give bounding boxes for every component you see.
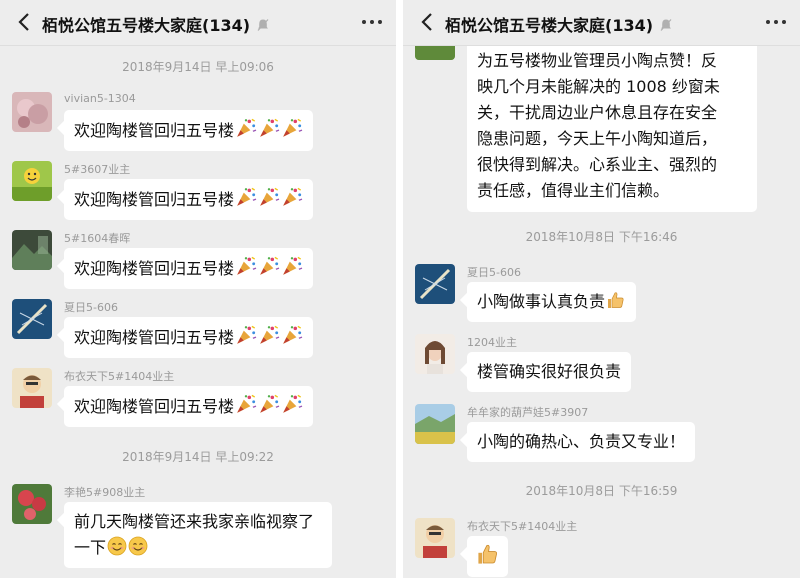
message-text-line: 为五号楼物业管理员小陶点赞！反 bbox=[477, 51, 718, 70]
chat-message: 夏日5-606 小陶做事认真负责 bbox=[415, 264, 792, 326]
party-popper-icon bbox=[281, 186, 303, 208]
chat-title: 栢悦公馆五号楼大家庭(134) bbox=[445, 12, 673, 36]
party-popper-icon bbox=[235, 186, 257, 208]
party-popper-icon bbox=[235, 255, 257, 277]
message-bubble[interactable]: 欢迎陶楼管回归五号楼 bbox=[64, 317, 314, 358]
chat-message: 1204业主 楼管确实很好很负责 bbox=[415, 334, 792, 396]
avatar-field-landscape[interactable] bbox=[415, 404, 455, 444]
message-text: 小陶做事认真负责 bbox=[477, 292, 606, 311]
avatar-red-flowers[interactable] bbox=[12, 484, 52, 524]
message-text: 欢迎陶楼管回归五号楼 bbox=[74, 328, 235, 347]
message-bubble[interactable] bbox=[467, 536, 508, 577]
sender-name: 牟牟家的葫芦娃5#3907 bbox=[467, 406, 589, 419]
sender-name: 布衣天下5#1404业主 bbox=[64, 370, 175, 383]
avatar-woman-portrait[interactable] bbox=[415, 334, 455, 374]
party-popper-icon bbox=[235, 324, 257, 346]
party-popper-icon bbox=[258, 117, 280, 139]
party-popper-icon bbox=[258, 186, 280, 208]
chat-message: 5#1604春晖 欢迎陶楼管回归五号楼 bbox=[12, 230, 388, 290]
sender-name: 1204业主 bbox=[467, 336, 517, 349]
mute-bell-icon bbox=[257, 19, 269, 31]
timestamp: 2018年10月8日 下午16:59 bbox=[525, 484, 678, 498]
avatar-cartoon-man[interactable] bbox=[12, 368, 52, 408]
left-chat-screenshot: 栢悦公馆五号楼大家庭(134) 2018年9月14日 早上09:06 vivia… bbox=[0, 0, 396, 578]
avatar-cartoon-man[interactable] bbox=[415, 518, 455, 558]
back-arrow-icon[interactable] bbox=[417, 10, 439, 34]
chat-message: 布衣天下5#1404业主 欢迎陶楼管回归五号楼 bbox=[12, 368, 388, 428]
message-bubble[interactable]: 前几天陶楼管还来我家亲临视察了 一下 bbox=[64, 502, 332, 568]
message-text: 楼管确实很好很负责 bbox=[477, 362, 622, 381]
message-bubble[interactable]: 欢迎陶楼管回归五号楼 bbox=[64, 248, 314, 289]
message-text-line: 很快得到解决。心系业主、强烈的 bbox=[477, 155, 718, 174]
sender-name: 布衣天下5#1404业主 bbox=[467, 520, 578, 533]
timestamp: 2018年10月8日 下午16:46 bbox=[525, 230, 678, 244]
message-text-line: 映几个月未能解决的 1008 纱窗未 bbox=[477, 77, 720, 96]
message-bubble[interactable]: 欢迎陶楼管回归五号楼 bbox=[64, 110, 314, 151]
party-popper-icon bbox=[281, 117, 303, 139]
sender-name: 5#1604春晖 bbox=[64, 232, 131, 245]
party-popper-icon bbox=[281, 255, 303, 277]
chat-message: 李艳5#908业主 前几天陶楼管还来我家亲临视察了 一下 bbox=[12, 484, 388, 574]
party-popper-icon bbox=[235, 117, 257, 139]
party-popper-icon bbox=[258, 393, 280, 415]
party-popper-icon bbox=[281, 393, 303, 415]
chat-title: 栢悦公馆五号楼大家庭(134) bbox=[42, 12, 270, 36]
party-popper-icon bbox=[258, 324, 280, 346]
message-bubble[interactable]: 楼管确实很好很负责 bbox=[467, 352, 632, 392]
avatar-smiley-on-grass[interactable] bbox=[12, 161, 52, 201]
chat-message: 为五号楼物业管理员小陶点赞！反 映几个月未能解决的 1008 纱窗未 关，干扰周… bbox=[415, 20, 792, 212]
message-bubble[interactable]: 小陶的确热心、负责又专业！ bbox=[467, 422, 696, 462]
message-text-line: 关，干扰周边业户休息且存在安全 bbox=[477, 103, 718, 122]
more-options-icon[interactable] bbox=[360, 18, 384, 26]
message-bubble[interactable]: 欢迎陶楼管回归五号楼 bbox=[64, 179, 314, 220]
sender-name: 5#3607业主 bbox=[64, 163, 131, 176]
chat-message: 5#3607业主 欢迎陶楼管回归五号楼 bbox=[12, 161, 388, 221]
message-text-line-1: 前几天陶楼管还来我家亲临视察了 bbox=[74, 512, 315, 531]
message-text-line: 责任感，值得业主们信赖。 bbox=[477, 181, 670, 200]
message-text: 欢迎陶楼管回归五号楼 bbox=[74, 397, 235, 416]
thumbs-up-icon bbox=[606, 290, 626, 310]
party-popper-icon bbox=[281, 324, 303, 346]
message-bubble[interactable]: 小陶做事认真负责 bbox=[467, 282, 637, 322]
avatar-rowing-boat[interactable] bbox=[415, 264, 455, 304]
thumbs-up-icon bbox=[476, 542, 500, 566]
timestamp: 2018年9月14日 早上09:22 bbox=[122, 450, 274, 464]
message-bubble[interactable]: 欢迎陶楼管回归五号楼 bbox=[64, 386, 314, 427]
message-text-line: 隐患问题，今天上午小陶知道后， bbox=[477, 129, 718, 148]
sender-name: vivian5-1304 bbox=[64, 92, 136, 105]
right-chat-screenshot: 栢悦公馆五号楼大家庭(134) 为五号楼物业管理员小陶点赞！反 映几个月未能解决… bbox=[403, 0, 800, 578]
chat-message: vivian5-1304 欢迎陶楼管回归五号楼 bbox=[12, 92, 388, 152]
avatar-dark-landscape[interactable] bbox=[12, 230, 52, 270]
avatar-rowing-boat[interactable] bbox=[12, 299, 52, 339]
message-list[interactable]: 2018年9月14日 早上09:06 vivian5-1304 欢迎陶楼管回归五… bbox=[0, 46, 396, 578]
mute-bell-icon bbox=[660, 19, 672, 31]
message-text: 欢迎陶楼管回归五号楼 bbox=[74, 259, 235, 278]
sender-name: 李艳5#908业主 bbox=[64, 486, 146, 499]
message-text-line-2: 一下 bbox=[74, 538, 107, 557]
panel-divider bbox=[396, 0, 403, 578]
chat-header: 栢悦公馆五号楼大家庭(134) bbox=[403, 0, 800, 46]
message-list[interactable]: 为五号楼物业管理员小陶点赞！反 映几个月未能解决的 1008 纱窗未 关，干扰周… bbox=[403, 20, 800, 578]
chat-message: 夏日5-606 欢迎陶楼管回归五号楼 bbox=[12, 299, 388, 359]
more-options-icon[interactable] bbox=[764, 18, 788, 26]
party-popper-icon bbox=[258, 255, 280, 277]
sender-name: 夏日5-606 bbox=[467, 266, 521, 279]
message-bubble[interactable]: 为五号楼物业管理员小陶点赞！反 映几个月未能解决的 1008 纱窗未 关，干扰周… bbox=[467, 46, 757, 212]
message-text: 欢迎陶楼管回归五号楼 bbox=[74, 121, 235, 140]
smile-emoji-icon bbox=[107, 536, 127, 556]
avatar-pink-flowers[interactable] bbox=[12, 92, 52, 132]
chat-message: 布衣天下5#1404业主 bbox=[415, 518, 792, 578]
chat-message: 牟牟家的葫芦娃5#3907 小陶的确热心、负责又专业！ bbox=[415, 404, 792, 466]
smile-emoji-icon bbox=[128, 536, 148, 556]
message-text: 欢迎陶楼管回归五号楼 bbox=[74, 190, 235, 209]
timestamp: 2018年9月14日 早上09:06 bbox=[122, 60, 274, 74]
sender-name: 夏日5-606 bbox=[64, 301, 118, 314]
back-arrow-icon[interactable] bbox=[14, 10, 36, 34]
party-popper-icon bbox=[235, 393, 257, 415]
chat-header: 栢悦公馆五号楼大家庭(134) bbox=[0, 0, 396, 46]
message-text: 小陶的确热心、负责又专业！ bbox=[477, 432, 686, 451]
